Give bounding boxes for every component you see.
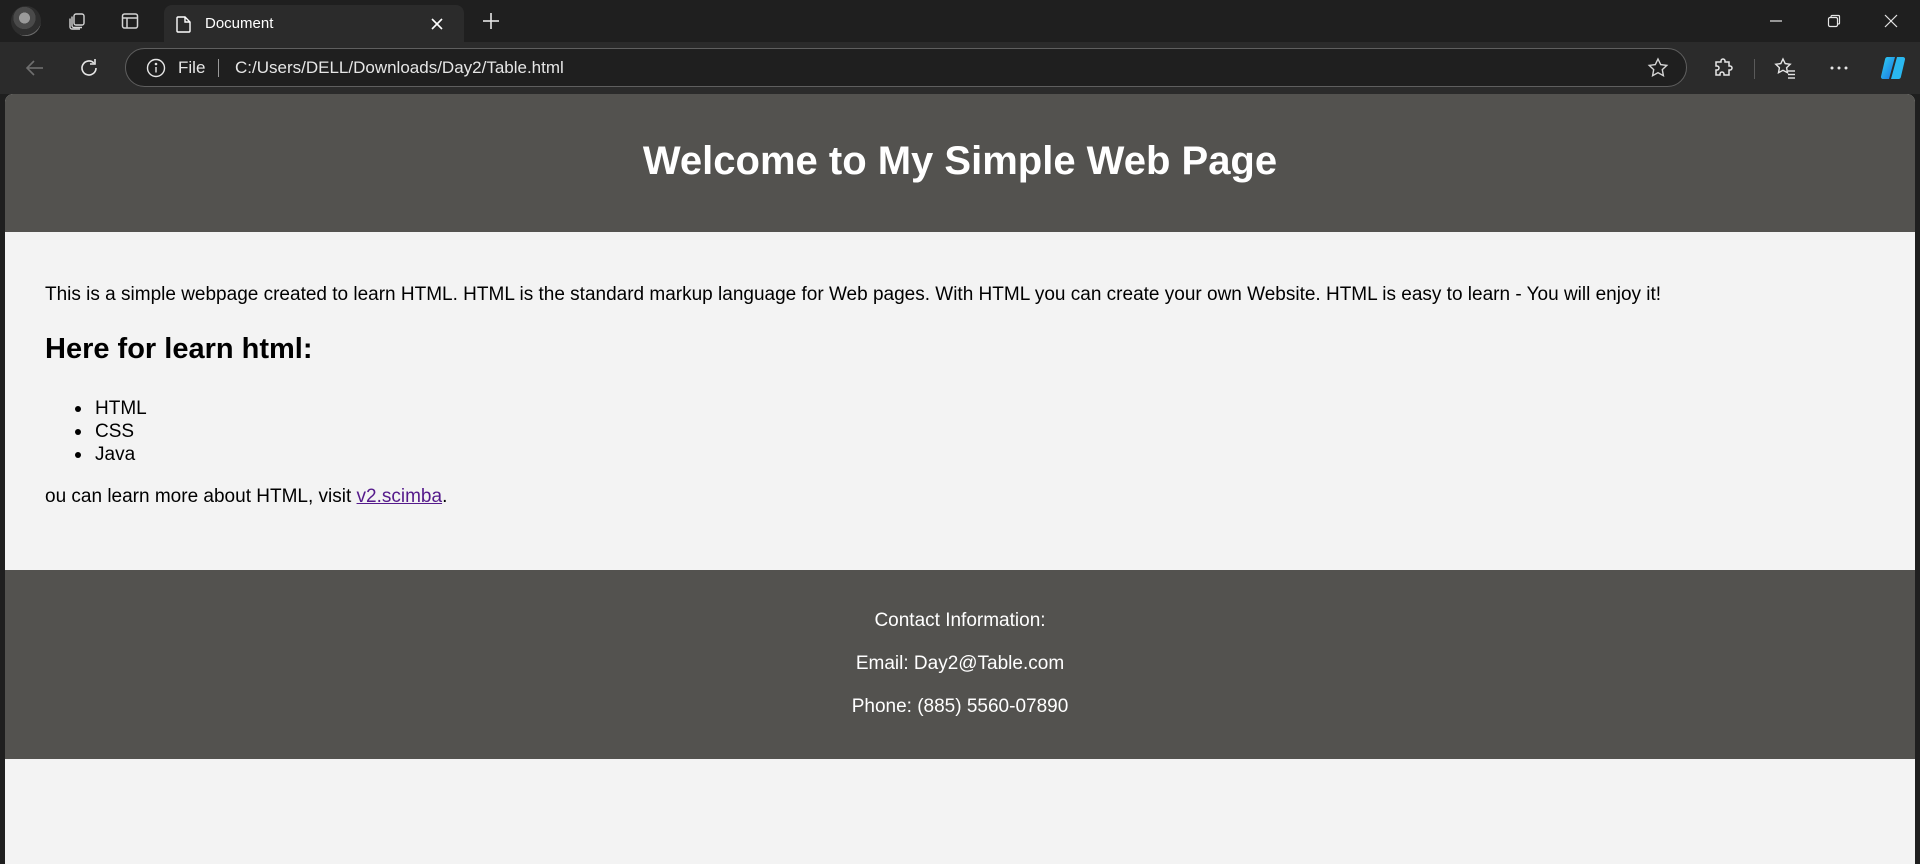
tab-title: Document	[205, 15, 274, 32]
favorites-icon[interactable]	[1768, 51, 1802, 85]
refresh-icon[interactable]	[72, 51, 106, 85]
profile-avatar[interactable]	[11, 6, 41, 36]
favorite-star-icon[interactable]	[1647, 57, 1669, 84]
tab-document[interactable]: Document	[164, 5, 464, 42]
workspaces-icon[interactable]	[61, 6, 93, 36]
vertical-tabs-icon[interactable]	[114, 6, 146, 36]
restore-icon[interactable]	[1805, 0, 1863, 42]
browser-toolbar: File C:/Users/DELL/Downloads/Day2/Table.…	[0, 42, 1920, 94]
list-item: HTML	[45, 397, 147, 420]
url-text[interactable]: C:/Users/DELL/Downloads/Day2/Table.html	[235, 49, 564, 86]
back-icon[interactable]	[18, 51, 52, 85]
toolbar-divider	[1754, 59, 1755, 79]
page-title: Welcome to My Simple Web Page	[642, 139, 1278, 183]
section-heading: Here for learn html:	[45, 333, 313, 365]
language-list: HTML CSS Java	[45, 397, 147, 466]
contact-title: Contact Information:	[874, 610, 1046, 631]
page-viewport: Welcome to My Simple Web Page This is a …	[5, 94, 1915, 864]
learn-more-paragraph: ou can learn more about HTML, visit v2.s…	[45, 486, 447, 508]
learn-more-text: ou can learn more about HTML, visit	[45, 486, 357, 507]
minimize-icon[interactable]	[1747, 0, 1805, 42]
site-info-icon[interactable]	[146, 58, 166, 83]
address-divider	[218, 59, 219, 77]
intro-paragraph: This is a simple webpage created to lear…	[45, 284, 1662, 305]
contact-phone: Phone: (885) 5560-07890	[851, 696, 1069, 717]
close-tab-icon[interactable]	[427, 14, 447, 34]
more-options-icon[interactable]	[1822, 51, 1856, 85]
copilot-icon[interactable]	[1876, 51, 1910, 85]
address-bar[interactable]: File C:/Users/DELL/Downloads/Day2/Table.…	[125, 48, 1687, 87]
list-item: Java	[45, 443, 147, 466]
list-item: CSS	[45, 420, 147, 443]
scrimba-link[interactable]: v2.scimba	[357, 486, 443, 507]
page-icon	[176, 15, 192, 38]
page-header: Welcome to My Simple Web Page	[5, 94, 1915, 232]
scheme-label: File	[178, 58, 206, 77]
close-window-icon[interactable]	[1862, 0, 1920, 42]
new-tab-icon[interactable]	[476, 6, 506, 36]
page-footer: Contact Information: Email: Day2@Table.c…	[5, 570, 1915, 759]
tab-strip: Document	[0, 0, 1920, 42]
contact-email: Email: Day2@Table.com	[855, 653, 1065, 674]
extensions-icon[interactable]	[1707, 51, 1741, 85]
learn-more-suffix: .	[442, 486, 448, 507]
